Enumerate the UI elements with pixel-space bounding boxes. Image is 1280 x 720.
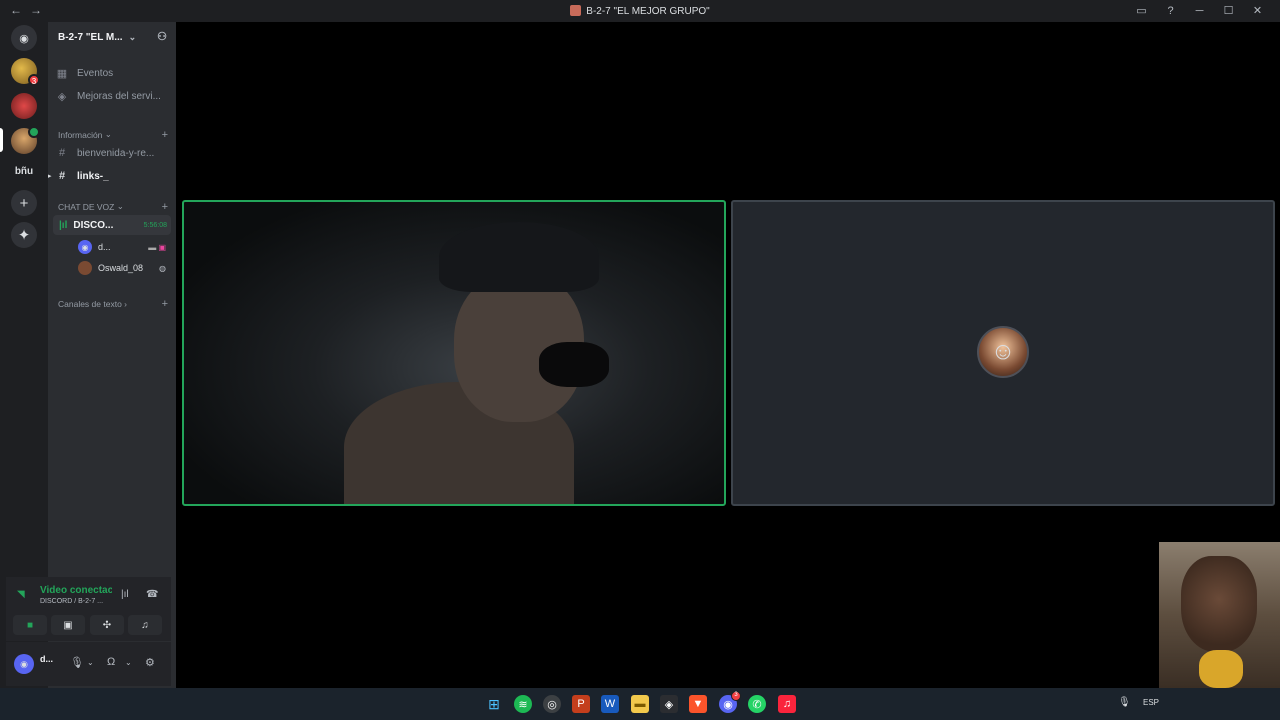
- spotify-icon[interactable]: ≋: [514, 695, 532, 713]
- participant-avatar: ☺: [977, 326, 1029, 378]
- os-taskbar: ⊞ ≋ ◎ P W ▬ ◈ ▼ ◉ 3 ✆ ♫ 🎙 ESP: [0, 688, 1280, 720]
- connection-status: Video conectac: [40, 585, 112, 596]
- invite-icon[interactable]: ⚇: [157, 30, 167, 43]
- overlay-face: [1181, 556, 1257, 652]
- webcam-overlay: [1159, 542, 1280, 688]
- language-indicator[interactable]: ESP: [1143, 698, 1159, 707]
- video-tile-audio-only[interactable]: ☺: [731, 200, 1275, 506]
- voice-member[interactable]: ◉ d... ▬ ▣: [78, 238, 168, 256]
- unread-indicator: ▸: [48, 173, 52, 180]
- server-avatar-active[interactable]: [11, 126, 40, 154]
- category-voice[interactable]: CHAT DE VOZ ⌄ +: [58, 201, 170, 213]
- add-channel-icon[interactable]: +: [162, 129, 168, 141]
- video-tile-camera[interactable]: [182, 200, 726, 506]
- discord-taskbar-icon[interactable]: ◉ 3: [719, 691, 741, 713]
- voice-stage: ☺: [176, 22, 1280, 688]
- category-info[interactable]: Información ⌄ +: [58, 129, 170, 141]
- minimize-button[interactable]: ─: [1185, 3, 1214, 19]
- server-text-icon[interactable]: bñu: [11, 158, 37, 184]
- soundboard-button[interactable]: ♫: [128, 615, 162, 635]
- person-cap: [439, 222, 599, 292]
- headphones-icon[interactable]: Ω: [107, 656, 115, 668]
- avatar: ◉: [78, 240, 92, 254]
- window-title: B-2-7 "EL MEJOR GRUPO": [0, 5, 1280, 17]
- add-channel-icon[interactable]: +: [162, 201, 168, 213]
- signal-icon[interactable]: ◥: [17, 589, 25, 600]
- screen-share-button[interactable]: ▣: [51, 615, 85, 635]
- apple-music-icon[interactable]: ♫: [778, 695, 796, 713]
- channel-links[interactable]: # links-_: [54, 166, 170, 186]
- voice-member[interactable]: Oswald_08 ◍: [78, 259, 168, 277]
- avatar[interactable]: ◉: [14, 654, 34, 674]
- voice-channel-active[interactable]: |ıl DISCO... 5:56:08: [53, 215, 171, 235]
- davinci-icon[interactable]: ◈: [660, 695, 678, 713]
- server-name: B-2-7 "EL M...: [58, 32, 123, 43]
- whatsapp-icon[interactable]: ✆: [748, 695, 766, 713]
- github-icon[interactable]: ◎: [543, 695, 561, 713]
- boost-icon: ◈: [57, 90, 67, 103]
- file-explorer-icon[interactable]: ▬: [631, 695, 649, 713]
- mention-badge: 3: [28, 74, 40, 86]
- inbox-icon[interactable]: ▭: [1127, 3, 1156, 19]
- maximize-button[interactable]: ☐: [1214, 3, 1243, 19]
- user-panel: ◉ d... 🎙 ⌄ Ω ⌄ ⚙: [6, 642, 171, 686]
- server-avatar[interactable]: 3: [11, 58, 40, 86]
- voice-timer: 5:56:08: [143, 221, 167, 229]
- channel-welcome[interactable]: # bienvenida-y-re...: [54, 143, 170, 163]
- chevron-down-icon: ⌄: [128, 32, 137, 42]
- help-icon[interactable]: ?: [1156, 3, 1185, 19]
- boosts-item[interactable]: ◈ Mejoras del servi...: [54, 86, 170, 106]
- add-server-icon[interactable]: +: [11, 190, 37, 216]
- voice-connection-panel: ◥ Video conectac DISCORD / B-2-7 ... |ıl…: [6, 577, 171, 641]
- calendar-icon: ▦: [56, 67, 68, 80]
- live-badge: [28, 126, 40, 138]
- noise-suppression-icon[interactable]: |ıl: [121, 589, 129, 600]
- video-live-icon: ▬ ▣: [148, 242, 166, 252]
- events-item[interactable]: ▦ Eventos: [54, 63, 170, 83]
- server-icon: [570, 5, 582, 16]
- chevron-down-icon[interactable]: ⌄: [125, 658, 132, 667]
- title-bar: ←→ B-2-7 "EL MEJOR GRUPO" ▭ ? ─ ☐ ✕: [0, 0, 1280, 22]
- connection-channel[interactable]: DISCORD / B-2-7 ...: [40, 598, 112, 605]
- avatar: [78, 261, 92, 275]
- powerpoint-icon[interactable]: P: [572, 695, 590, 713]
- chevron-down-icon[interactable]: ⌄: [87, 658, 94, 667]
- speaker-icon: |ıl: [59, 219, 68, 231]
- hash-icon: #: [58, 170, 66, 182]
- explore-icon[interactable]: ✦: [11, 222, 37, 248]
- close-button[interactable]: ✕: [1243, 3, 1272, 19]
- server-avatar[interactable]: [11, 93, 37, 119]
- category-text[interactable]: Canales de texto › +: [58, 298, 170, 310]
- activities-button[interactable]: ✣: [90, 615, 124, 635]
- server-header[interactable]: B-2-7 "EL M... ⌄ ⚇: [48, 22, 176, 53]
- hash-icon: #: [58, 147, 66, 159]
- microphone-shape: [539, 342, 609, 387]
- settings-gear-icon[interactable]: ⚙: [145, 656, 155, 669]
- overlay-toy: [1199, 650, 1243, 688]
- discord-home-icon[interactable]: ◉: [11, 25, 37, 51]
- word-icon[interactable]: W: [601, 695, 619, 713]
- add-channel-icon[interactable]: +: [162, 298, 168, 310]
- brave-icon[interactable]: ▼: [689, 695, 707, 713]
- speaking-icon: ◍: [159, 263, 166, 273]
- username[interactable]: d...: [40, 654, 53, 664]
- microphone-tray-icon[interactable]: 🎙: [1118, 697, 1131, 708]
- microphone-icon[interactable]: 🎙: [70, 656, 84, 669]
- active-server-indicator: [0, 128, 3, 152]
- disconnect-icon[interactable]: ☎: [146, 589, 158, 600]
- camera-button[interactable]: ■: [13, 615, 47, 635]
- windows-start-icon[interactable]: ⊞: [485, 695, 503, 713]
